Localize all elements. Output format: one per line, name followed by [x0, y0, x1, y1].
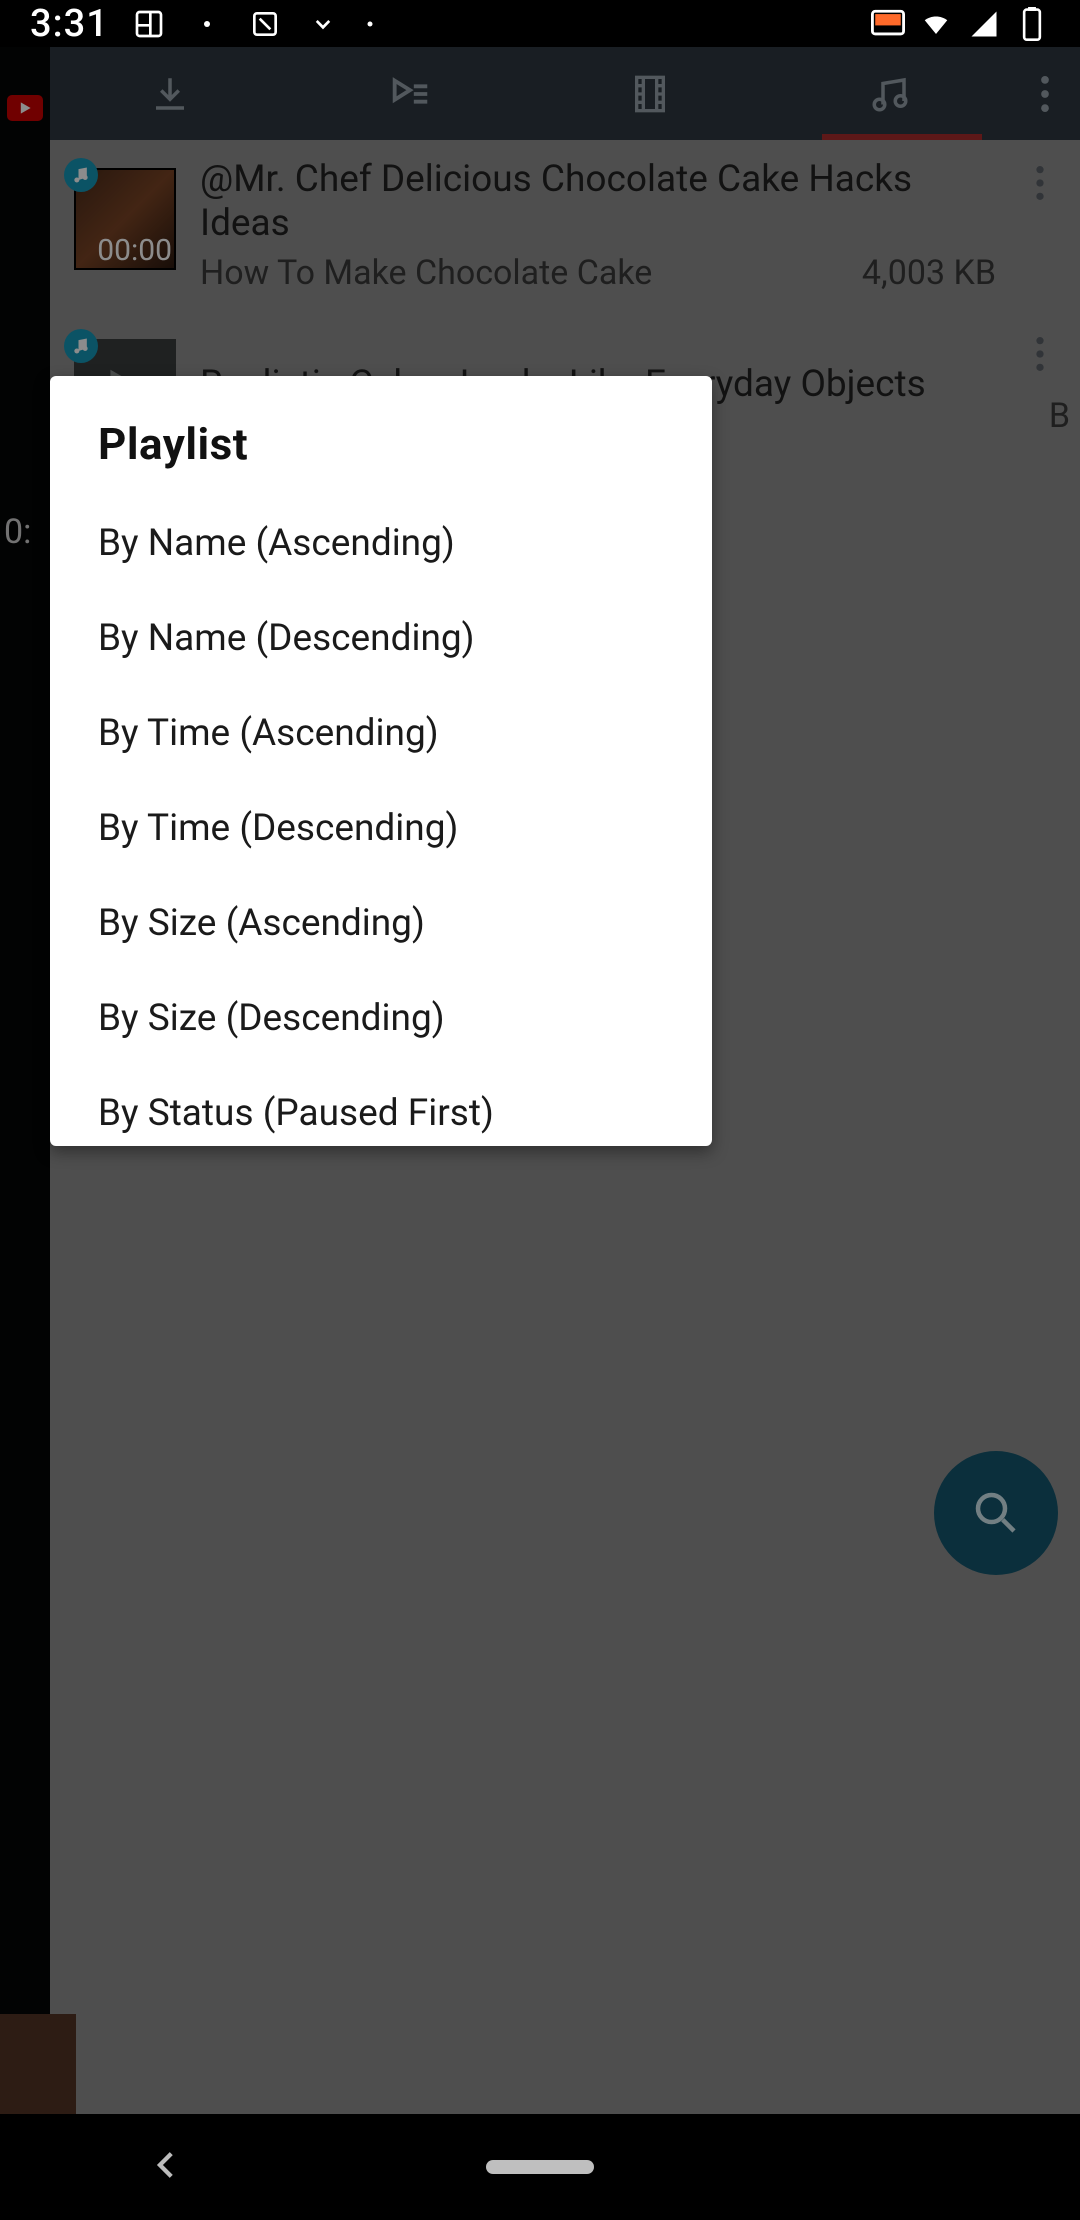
navigation-bar: [0, 2114, 1080, 2220]
sort-option-time-desc[interactable]: By Time (Descending): [50, 781, 712, 876]
small-dot-icon: [189, 6, 225, 42]
playlist-sort-dialog: Playlist By Name (Ascending) By Name (De…: [50, 376, 712, 1146]
wifi-icon: [918, 6, 954, 42]
cast-icon: [870, 6, 906, 42]
sort-option-name-asc[interactable]: By Name (Ascending): [50, 496, 712, 591]
dialog-title: Playlist: [50, 376, 712, 488]
tiny-dot-icon: [363, 6, 377, 42]
back-button[interactable]: [150, 2148, 184, 2186]
sort-option-size-desc[interactable]: By Size (Descending): [50, 971, 712, 1066]
cell-signal-icon: [966, 6, 1002, 42]
home-pill[interactable]: [486, 2160, 594, 2174]
sort-option-time-asc[interactable]: By Time (Ascending): [50, 686, 712, 781]
sort-option-status[interactable]: By Status (Paused First): [50, 1066, 712, 1161]
news-icon: [131, 6, 167, 42]
crop-icon: [247, 6, 283, 42]
status-left: 3:31: [30, 2, 377, 46]
download-arrow-icon: [305, 6, 341, 42]
battery-charging-icon: [1014, 6, 1050, 42]
dialog-options: By Name (Ascending) By Name (Descending)…: [50, 488, 712, 1179]
phone-frame: 3:31: [0, 0, 1080, 2220]
status-bar: 3:31: [0, 0, 1080, 47]
sort-option-size-asc[interactable]: By Size (Ascending): [50, 876, 712, 971]
status-time: 3:31: [30, 2, 109, 46]
status-right: [870, 6, 1050, 42]
sort-option-name-desc[interactable]: By Name (Descending): [50, 591, 712, 686]
